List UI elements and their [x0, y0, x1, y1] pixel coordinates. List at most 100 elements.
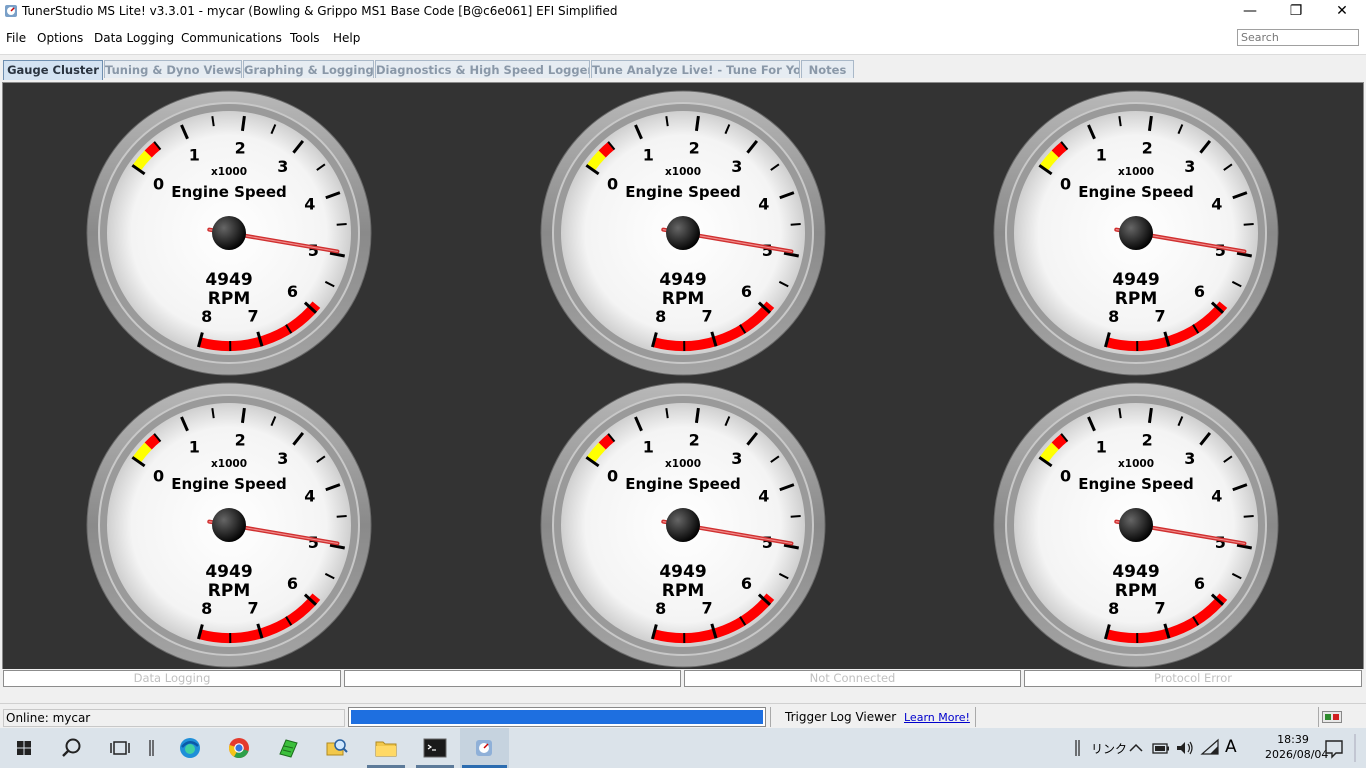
- chevron-up-icon[interactable]: [1126, 734, 1146, 762]
- battery-icon[interactable]: [1150, 734, 1172, 762]
- tab-diagnostics-loggers[interactable]: Diagnostics & High Speed Loggers: [375, 60, 590, 78]
- gauge-units: RPM: [1115, 581, 1157, 601]
- gauge-tick-label: 3: [1184, 157, 1195, 176]
- close-button[interactable]: ✕: [1319, 0, 1365, 24]
- progress-bar: [348, 707, 766, 727]
- engine-speed-gauge[interactable]: 0 1 2 3 4 5 6 7 8 x1000 Engine Speed 4949 RPM: [538, 380, 828, 670]
- input-mode-indicator[interactable]: A: [1225, 737, 1237, 757]
- gauge-value: 4949: [1112, 270, 1159, 290]
- gauge-tick-label: 4: [758, 487, 769, 506]
- tunerstudio-taskbar-icon[interactable]: [470, 734, 498, 762]
- window-title: TunerStudio MS Lite! v3.3.01 - mycar (Bo…: [22, 4, 618, 18]
- tab-tune-analyze-live[interactable]: Tune Analyze Live! - Tune For You: [591, 60, 800, 78]
- windows-start-icon[interactable]: [10, 734, 38, 762]
- gauge-tick-label: 1: [189, 437, 200, 456]
- gauge-hub: [212, 216, 246, 250]
- network-icon[interactable]: [1199, 734, 1221, 762]
- notification-icon[interactable]: [1320, 734, 1348, 762]
- gauge-multiplier: x1000: [665, 166, 701, 178]
- clock-time: 18:39: [1277, 733, 1309, 746]
- tab-tuning-dyno-views[interactable]: Tuning & Dyno Views: [104, 60, 242, 78]
- gauge-title: Engine Speed: [171, 475, 287, 493]
- ime-label[interactable]: リンク: [1091, 740, 1127, 757]
- gauge-tick-label: 8: [201, 307, 212, 326]
- gauge-units: RPM: [208, 581, 250, 601]
- gauge-tick-label: 3: [277, 449, 288, 468]
- gauge-tick-label: 0: [607, 467, 618, 486]
- gauge-hub: [1119, 508, 1153, 542]
- engine-speed-gauge[interactable]: 0 1 2 3 4 5 6 7 8 x1000 Engine Speed 4949 RPM: [84, 88, 374, 378]
- gauge-major-tick: [694, 115, 700, 132]
- tab-notes[interactable]: Notes: [801, 60, 854, 78]
- gauge-svg: 0 1 2 34 5 6 7 8 x1000 Engine Speed 4949RPM: [540, 90, 826, 376]
- gauge-low-danger-arc: [1051, 141, 1068, 158]
- engine-speed-gauge[interactable]: 0 1 2 3 4 5 6 7 8 x1000 Engine Speed 4949 RPM: [538, 88, 828, 378]
- gauge-multiplier: x1000: [1118, 458, 1154, 470]
- gauge-tick-label: 1: [643, 437, 654, 456]
- menu-help[interactable]: Help: [333, 31, 360, 45]
- terminal-icon[interactable]: [421, 734, 449, 762]
- chrome-browser-icon[interactable]: [225, 734, 253, 762]
- gauge-multiplier: x1000: [1118, 166, 1154, 178]
- gauge-tick-label: 3: [1184, 449, 1195, 468]
- gauge-low-danger-arc: [144, 141, 161, 158]
- menu-tools[interactable]: Tools: [290, 31, 320, 45]
- engine-speed-gauge[interactable]: 0 1 2 3 4 5 6 7 8 x1000 Engine Speed 4949 RPM: [84, 380, 374, 670]
- gauge-title: Engine Speed: [625, 475, 741, 493]
- search-input[interactable]: [1237, 29, 1359, 46]
- status-bar: Online: mycar Trigger Log Viewer Learn M…: [0, 703, 1366, 729]
- file-search-icon[interactable]: [323, 734, 351, 762]
- engine-speed-gauge[interactable]: 0 1 2 3 4 5 6 7 8 x1000 Engine Speed 4949 RPM: [991, 380, 1281, 670]
- gauge-tick-label: 3: [731, 157, 742, 176]
- gauge-tick-label: 5: [1215, 533, 1226, 552]
- gauge-tick-label: 3: [277, 157, 288, 176]
- learn-more-link[interactable]: Learn More!: [904, 711, 970, 724]
- tab-gauge-cluster[interactable]: Gauge Cluster: [3, 60, 103, 80]
- file-explorer-icon[interactable]: [372, 734, 400, 762]
- task-view-icon[interactable]: [106, 734, 134, 762]
- gauge-tick-label: 5: [762, 241, 773, 260]
- gauge-tick-label: 4: [758, 195, 769, 214]
- minimize-button[interactable]: —: [1227, 0, 1273, 24]
- gauge-tick-label: 7: [247, 599, 258, 618]
- title-bar: TunerStudio MS Lite! v3.3.01 - mycar (Bo…: [0, 0, 1366, 24]
- status-indicator-row: Data Logging Not Connected Protocol Erro…: [2, 669, 1364, 689]
- edge-browser-icon[interactable]: [176, 734, 204, 762]
- gauge-minor-tick: [1118, 116, 1122, 127]
- menu-data-logging[interactable]: Data Logging: [94, 31, 174, 45]
- engine-speed-gauge[interactable]: 0 1 2 3 4 5 6 7 8 x1000 Engine Speed 4949 RPM: [991, 88, 1281, 378]
- gauge-major-tick: [240, 115, 246, 132]
- gauge-multiplier: x1000: [211, 166, 247, 178]
- gauge-svg: 0 1 2 34 5 6 7 8 x1000 Engine Speed 4949RPM: [540, 382, 826, 668]
- gauge-tick-label: 1: [1096, 437, 1107, 456]
- gauge-tick-label: 2: [235, 431, 246, 450]
- gauge-major-tick: [694, 407, 700, 424]
- gauge-units: RPM: [1115, 289, 1157, 309]
- gauge-minor-tick: [665, 408, 669, 419]
- menu-communications[interactable]: Communications: [181, 31, 282, 45]
- gauge-minor-tick: [790, 515, 801, 518]
- gauge-value: 4949: [205, 270, 252, 290]
- gauge-hub: [666, 508, 700, 542]
- notes-app-icon[interactable]: [274, 734, 302, 762]
- divider: [975, 707, 976, 727]
- gauge-title: Engine Speed: [171, 183, 287, 201]
- menu-options[interactable]: Options: [37, 31, 83, 45]
- gauge-tick-label: 8: [1108, 307, 1119, 326]
- gauge-value: 4949: [659, 562, 706, 582]
- gauge-multiplier: x1000: [665, 458, 701, 470]
- clock[interactable]: 18:39 2026/08/04: [1265, 732, 1328, 762]
- gauge-tick-label: 7: [247, 307, 258, 326]
- tab-graphing-logging[interactable]: Graphing & Logging: [243, 60, 374, 78]
- speaker-icon[interactable]: [1174, 734, 1196, 762]
- gauge-tick-label: 8: [655, 599, 666, 618]
- gauge-minor-tick: [665, 116, 669, 127]
- connection-indicator-icon: [1322, 711, 1342, 723]
- search-icon[interactable]: [58, 734, 86, 762]
- maximize-button[interactable]: ❐: [1273, 0, 1319, 24]
- show-desktop-edge[interactable]: [1354, 734, 1362, 762]
- menu-file[interactable]: File: [6, 31, 26, 45]
- gauge-tick-label: 6: [1194, 574, 1205, 593]
- gauge-major-tick: [1147, 115, 1153, 132]
- status-data-logging: Data Logging: [3, 670, 341, 687]
